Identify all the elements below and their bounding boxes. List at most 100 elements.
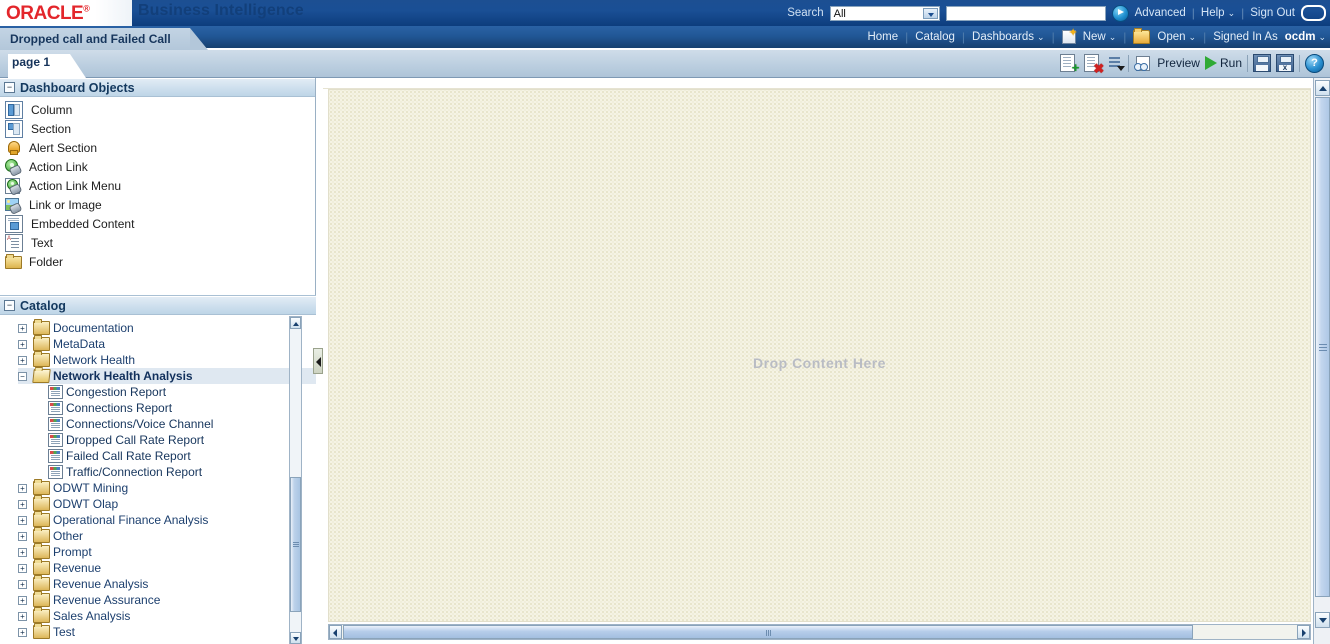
line bbox=[51, 475, 60, 476]
tree-node-dropped-call-rate-report[interactable]: Dropped Call Rate Report bbox=[18, 432, 316, 448]
expand-icon[interactable]: + bbox=[18, 339, 27, 349]
tree-node-odwt-olap[interactable]: + ODWT Olap bbox=[18, 495, 316, 512]
scroll-up-button[interactable] bbox=[1315, 80, 1330, 96]
tree-node-revenue-analysis[interactable]: + Revenue Analysis bbox=[18, 575, 316, 592]
object-item-folder[interactable]: Folder bbox=[0, 252, 315, 271]
user-name: ocdm bbox=[1284, 31, 1316, 43]
line bbox=[8, 217, 19, 219]
tree-node-documentation[interactable]: + Documentation bbox=[18, 319, 316, 336]
expand-icon[interactable]: + bbox=[18, 627, 27, 637]
tree-node-connections-voice-channel[interactable]: Connections/Voice Channel bbox=[18, 416, 316, 432]
scroll-thumb[interactable] bbox=[290, 477, 301, 612]
scroll-up-button[interactable] bbox=[290, 317, 301, 329]
expand-icon[interactable]: + bbox=[18, 531, 27, 541]
tree-node-failed-call-rate-report[interactable]: Failed Call Rate Report bbox=[18, 448, 316, 464]
object-item-section[interactable]: Section bbox=[0, 119, 315, 138]
expand-icon[interactable]: + bbox=[18, 595, 27, 605]
nav-open[interactable]: Open ⌄ bbox=[1157, 31, 1196, 43]
column-icon bbox=[5, 100, 23, 119]
tree-node-network-health[interactable]: + Network Health bbox=[18, 351, 316, 368]
user-menu[interactable]: ocdm ⌄ bbox=[1285, 31, 1326, 43]
expand-icon[interactable]: + bbox=[18, 323, 27, 333]
tree-node-congestion-report[interactable]: Congestion Report bbox=[18, 384, 316, 400]
collapse-toggle-icon[interactable]: − bbox=[4, 82, 15, 93]
signed-in-as-label: Signed In As bbox=[1213, 31, 1278, 43]
object-item-text[interactable]: Text bbox=[0, 233, 315, 252]
object-item-embedded-content[interactable]: Embedded Content bbox=[0, 214, 315, 233]
nav-home[interactable]: Home bbox=[867, 31, 898, 43]
advanced-search-link[interactable]: Advanced bbox=[1135, 7, 1186, 19]
search-scope-select[interactable]: All bbox=[829, 5, 940, 21]
nav-catalog[interactable]: Catalog bbox=[915, 31, 955, 43]
object-item-link-or-image[interactable]: Link or Image bbox=[0, 195, 315, 215]
panel-collapse-handle[interactable] bbox=[313, 348, 323, 374]
canvas-top-strip bbox=[323, 78, 1311, 89]
expand-icon[interactable]: + bbox=[18, 563, 27, 573]
collapse-icon[interactable]: − bbox=[18, 371, 27, 381]
object-label: Column bbox=[31, 102, 73, 117]
main-vertical-scrollbar[interactable] bbox=[1313, 78, 1330, 644]
save-icon[interactable] bbox=[1253, 54, 1271, 72]
dashboard-objects-list: Column Section Alert Section Action Link bbox=[0, 97, 315, 271]
delete-page-icon[interactable]: ✖ bbox=[1083, 54, 1104, 75]
tree-node-network-health-analysis[interactable]: − Network Health Analysis bbox=[18, 368, 316, 384]
tree-node-revenue-assurance[interactable]: + Revenue Assurance bbox=[18, 591, 316, 608]
expand-icon[interactable]: + bbox=[18, 611, 27, 621]
canvas-horizontal-scrollbar[interactable] bbox=[328, 624, 1311, 640]
line bbox=[8, 219, 19, 221]
object-label: Text bbox=[31, 235, 54, 250]
help-menu[interactable]: Help ⌄ bbox=[1201, 7, 1235, 19]
tree-node-prompt[interactable]: + Prompt bbox=[18, 543, 316, 560]
collapse-toggle-icon[interactable]: − bbox=[4, 300, 15, 311]
tree-node-label: Test bbox=[53, 625, 76, 639]
tree-node-test[interactable]: + Test bbox=[18, 623, 316, 640]
tree-node-sales-analysis[interactable]: + Sales Analysis bbox=[18, 607, 316, 624]
tree-node-traffic-connection-report[interactable]: Traffic/Connection Report bbox=[18, 464, 316, 480]
nav-dashboards[interactable]: Dashboards ⌄ bbox=[972, 31, 1045, 43]
object-item-action-link-menu[interactable]: Action Link Menu bbox=[0, 176, 315, 196]
sign-out-link[interactable]: Sign Out bbox=[1250, 7, 1295, 19]
grip bbox=[766, 630, 767, 636]
scroll-left-button[interactable] bbox=[329, 625, 342, 639]
add-page-icon[interactable]: + bbox=[1059, 54, 1079, 74]
expand-icon[interactable]: + bbox=[18, 355, 27, 365]
expand-icon[interactable]: + bbox=[18, 579, 27, 589]
scroll-down-button[interactable] bbox=[290, 632, 301, 644]
preview-button[interactable]: Preview bbox=[1134, 55, 1200, 71]
drop-content-label: Drop Content Here bbox=[753, 355, 886, 371]
expand-icon[interactable]: + bbox=[18, 499, 27, 509]
search-input[interactable] bbox=[945, 5, 1106, 21]
expand-icon[interactable]: + bbox=[18, 515, 27, 525]
tree-node-connections-report[interactable]: Connections Report bbox=[18, 400, 316, 416]
expand-icon[interactable]: + bbox=[18, 483, 27, 493]
brand-bar: ORACLE® Business Intelligence Search All… bbox=[0, 0, 1330, 26]
object-item-column[interactable]: Column bbox=[0, 100, 315, 119]
help-icon[interactable]: ? bbox=[1305, 53, 1324, 73]
search-go-button[interactable] bbox=[1111, 4, 1129, 22]
expand-icon[interactable]: + bbox=[18, 547, 27, 557]
run-button[interactable]: Run bbox=[1204, 56, 1242, 70]
save-as-icon[interactable] bbox=[1276, 54, 1294, 72]
drop-zone[interactable]: Drop Content Here bbox=[328, 89, 1311, 622]
scroll-down-button[interactable] bbox=[1315, 612, 1330, 628]
chevron-down-icon bbox=[1117, 66, 1126, 71]
scroll-thumb[interactable] bbox=[343, 625, 1193, 639]
object-item-action-link[interactable]: Action Link bbox=[0, 157, 315, 177]
tree-node-label: Sales Analysis bbox=[53, 609, 131, 623]
catalog-vertical-scrollbar[interactable] bbox=[289, 316, 302, 644]
tree-node-metadata[interactable]: + MetaData bbox=[18, 335, 316, 352]
tree-node-other[interactable]: + Other bbox=[18, 527, 316, 544]
nav-new[interactable]: New ⌄ bbox=[1083, 31, 1117, 43]
object-item-alert-section[interactable]: Alert Section bbox=[0, 138, 315, 157]
scroll-thumb[interactable] bbox=[1315, 97, 1330, 597]
tree-node-revenue[interactable]: + Revenue bbox=[18, 559, 316, 576]
embedded-content-icon bbox=[5, 214, 23, 233]
tree-node-operational-finance-analysis[interactable]: + Operational Finance Analysis bbox=[18, 511, 316, 528]
separator: | bbox=[1203, 30, 1207, 44]
tools-menu-icon[interactable] bbox=[1107, 55, 1126, 71]
tree-node-odwt-mining[interactable]: + ODWT Mining bbox=[18, 479, 316, 496]
oracle-logo-text: ORACLE bbox=[6, 3, 84, 24]
scroll-right-button[interactable] bbox=[1297, 625, 1310, 639]
separator: | bbox=[1191, 6, 1195, 20]
chevron-down-icon[interactable] bbox=[922, 7, 938, 19]
